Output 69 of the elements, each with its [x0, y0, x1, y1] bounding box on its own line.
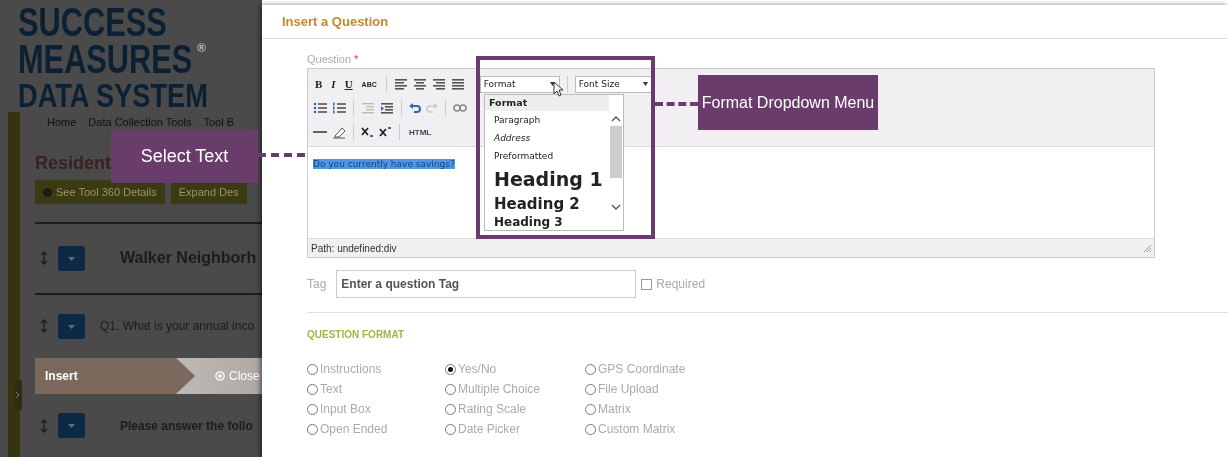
logo-text: SUCCESS [18, 4, 167, 41]
radio-label: Date Picker [458, 422, 521, 436]
html-button[interactable]: HTML [407, 127, 434, 137]
callout-label: Select Text [111, 130, 258, 183]
move-icon[interactable] [40, 418, 48, 433]
dropdown-toggle-icon[interactable] [58, 245, 85, 271]
move-icon[interactable] [40, 251, 48, 266]
undo-icon[interactable] [409, 102, 421, 114]
tag-input[interactable]: Enter a question Tag [336, 270, 637, 298]
menu-item[interactable]: Preformatted [485, 147, 609, 165]
dialog-title: Insert a Question [262, 5, 1228, 39]
menu-item[interactable]: Address [485, 129, 609, 147]
underline-button[interactable]: U [342, 78, 355, 90]
field-label: Tag [307, 277, 327, 291]
superscript-icon[interactable] [379, 126, 392, 138]
logo-text: MEASURES [18, 40, 193, 78]
resize-handle-icon[interactable] [1143, 244, 1151, 252]
menu-item[interactable]: Heading 3 [485, 215, 609, 229]
italic-button[interactable]: I [329, 78, 338, 90]
move-icon[interactable] [40, 319, 48, 334]
tool-button[interactable]: See Tool 360 Details [35, 180, 165, 204]
radio-label: Custom Matrix [598, 422, 676, 436]
menu-item[interactable]: Heading 2 [485, 193, 609, 215]
font-size-select[interactable]: Font Size [574, 75, 653, 93]
section-heading: QUESTION FORMAT [307, 329, 406, 340]
chevron-up-icon[interactable] [611, 115, 621, 122]
align-icon[interactable] [450, 78, 465, 90]
checkbox[interactable] [641, 278, 653, 290]
dropdown-toggle-icon[interactable] [58, 413, 85, 439]
caret-down-icon[interactable] [643, 82, 649, 86]
registered-mark: ® [197, 42, 206, 54]
chevron-right-icon[interactable] [14, 380, 22, 410]
radio-label: Input Box [320, 402, 371, 416]
menu-item[interactable]: Paragraph [485, 111, 609, 129]
info-icon [43, 187, 52, 197]
path-text: Path: undefined:div [311, 242, 397, 254]
radio-label: Text [320, 382, 342, 396]
field-label: Question [307, 53, 352, 65]
dropdown-toggle-icon[interactable] [58, 313, 85, 339]
radio-label: File Upload [598, 382, 659, 396]
radio-label: Rating Scale [458, 402, 527, 416]
callout-label: Format Dropdown Menu [698, 75, 878, 130]
bold-button[interactable]: B [313, 78, 325, 90]
checkbox-label: Required [656, 277, 706, 291]
radio-label: Open Ended [320, 422, 388, 436]
link-icon[interactable] [453, 103, 467, 113]
bullet-list-icon[interactable] [313, 102, 327, 114]
radio-label: GPS Coordinate [598, 362, 686, 376]
radio-label: Multiple Choice [458, 382, 541, 396]
logo-text: DATA SYSTEM [18, 79, 208, 111]
indent-icon[interactable] [380, 102, 394, 114]
editor-text: Do you currently have savings? [313, 159, 455, 169]
align-icon[interactable] [412, 78, 427, 90]
eraser-icon[interactable] [332, 125, 346, 139]
radio-label: Instructions [320, 362, 382, 376]
circle-icon [215, 370, 225, 381]
required-mark: * [354, 53, 359, 65]
numbered-list-icon[interactable] [332, 102, 346, 114]
subscript-icon[interactable] [361, 126, 374, 138]
radio-label: Yes/No [458, 362, 497, 376]
format-select[interactable]: Format [479, 75, 560, 93]
align-icon[interactable] [431, 78, 446, 90]
insert-tab[interactable]: Insert [35, 357, 195, 395]
menu-header: Format [485, 95, 609, 111]
chevron-down-icon[interactable] [611, 204, 621, 211]
pointer-cursor-icon [553, 81, 564, 97]
radio-label: Matrix [598, 402, 631, 416]
menu-item[interactable]: Heading 1 [485, 165, 609, 193]
align-icon[interactable] [393, 78, 408, 90]
